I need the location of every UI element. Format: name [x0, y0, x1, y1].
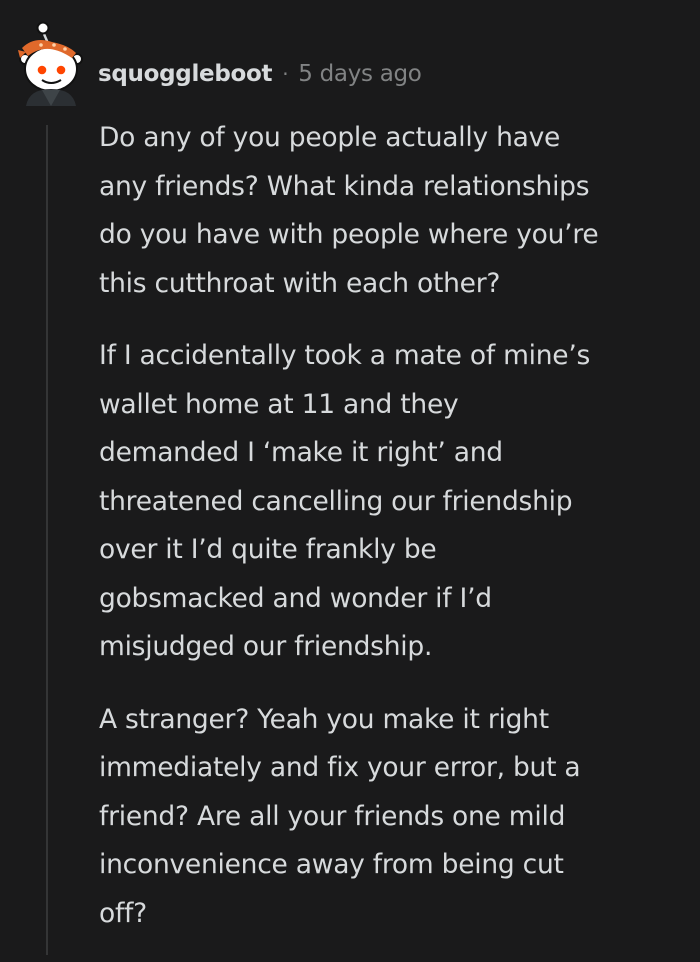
comment-line: threatened cancelling our friendship — [99, 485, 573, 517]
username-link[interactable]: squoggleboot — [98, 61, 273, 87]
comment-line: immediately and fix your error, but a — [99, 752, 581, 783]
comment-line: demanded I ‘make it right’ and — [99, 437, 503, 468]
comment-line: friend? Are all your friends one mild — [99, 800, 566, 832]
comment-line: Do any of you people actually have — [99, 122, 561, 153]
comment-body: Do any of you people actually have any f… — [99, 114, 689, 962]
comment-line: misjudged our friendship. — [99, 631, 433, 662]
comment-paragraph: A stranger? Yeah you make it right immed… — [99, 696, 689, 939]
comment-meta: squoggleboot · 5 days ago — [98, 58, 422, 90]
meta-separator: · — [282, 62, 289, 86]
comment-line: any friends? What kinda relationships — [99, 170, 590, 202]
comment-line: gobsmacked and wonder if I’d — [99, 582, 492, 614]
comment-line: off? — [99, 897, 147, 929]
comment: squoggleboot · 5 days ago Do any of you … — [0, 0, 700, 955]
comment-line: this cutthroat with each other? — [99, 267, 501, 299]
comment-paragraph: If I accidentally took a mate of mine’s … — [99, 332, 689, 672]
snoo-avatar-icon[interactable] — [14, 14, 86, 106]
comment-line: wallet home at 11 and they — [99, 388, 459, 420]
comment-line: do you have with people where you’re — [99, 219, 599, 250]
comment-line: over it I’d quite frankly be — [99, 534, 437, 565]
comment-line: inconvenience away from being cut — [99, 849, 564, 880]
comment-paragraph: Do any of you people actually have any f… — [99, 114, 689, 308]
comment-line: If I accidentally took a mate of mine’s — [99, 340, 591, 371]
thread-collapse-line[interactable] — [46, 125, 48, 955]
timestamp[interactable]: 5 days ago — [298, 61, 422, 87]
comment-line: A stranger? Yeah you make it right — [99, 703, 549, 735]
